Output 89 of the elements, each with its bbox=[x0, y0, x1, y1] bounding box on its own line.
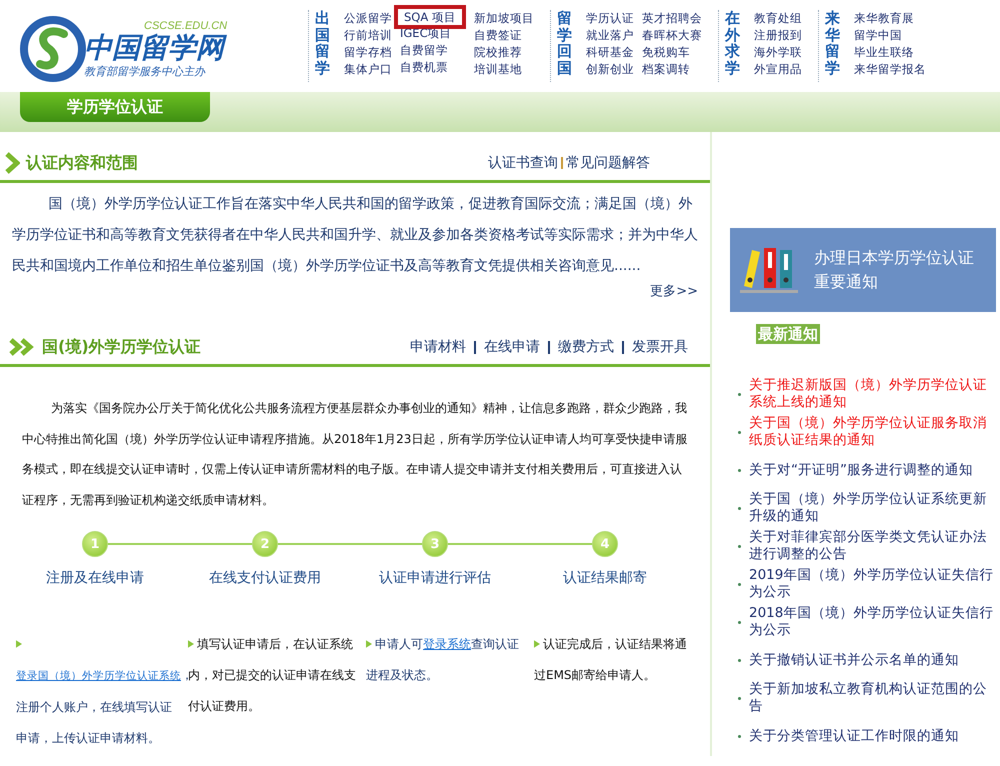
notice-link[interactable]: 关于对“开证明”服务进行调整的通知 bbox=[749, 462, 973, 478]
step-number: 2 bbox=[252, 531, 278, 557]
more-link[interactable]: 更多>> bbox=[650, 282, 698, 308]
notice-link[interactable]: 关于分类管理认证工作时限的通知 bbox=[749, 728, 959, 744]
section-link[interactable]: 认证书查询 bbox=[488, 154, 558, 172]
notice-link[interactable]: 2019年国（境）外学历学位认证失信行为公示 bbox=[749, 567, 996, 601]
step-label: 认证申请进行评估 bbox=[379, 569, 491, 587]
section-link[interactable]: 缴费方式 bbox=[558, 338, 614, 356]
bullet-dot-icon bbox=[738, 392, 741, 396]
triangle-bullet-icon bbox=[366, 640, 372, 648]
system-login-link[interactable]: 登录系统 bbox=[423, 637, 471, 651]
triangle-bullet-icon bbox=[534, 640, 540, 648]
binders-icon bbox=[740, 246, 800, 294]
system-login-link[interactable]: 登录国（境）外学历学位认证系统 bbox=[16, 670, 181, 682]
step-number: 1 bbox=[82, 531, 108, 557]
section-title: 国(境)外学历学位认证 bbox=[42, 336, 201, 358]
step-description: 申请人可登录系统查询认证进程及状态。 bbox=[366, 636, 520, 684]
intro-paragraph: 国（境）外学历学位认证工作旨在落实中华人民共和国的留学政策，促进教育国际交流；满足国（境）外学历学位证书和高等教育文凭获得者在中华人民共和国升学、就业及参加各类资格考试等实际需求；并为中华人民共和国境内工作单位和招生单位鉴别国（境）外学历学位证书及高等教育文凭提供相关咨询意见...... bbox=[12, 195, 699, 276]
notice-link[interactable]: 2018年国（境）外学历学位认证失信行为公示 bbox=[749, 605, 996, 639]
step-description: 认证完成后，认证结果将通过EMS邮寄给申请人。 bbox=[534, 636, 688, 684]
notice-link[interactable]: 关于对菲律宾部分医学类文凭认证办法进行调整的公告 bbox=[749, 529, 996, 563]
nav-link[interactable]: 学历认证 bbox=[586, 10, 634, 27]
step-description: 填写认证申请后，在认证系统内，对已提交的认证申请在线支付认证费用。 bbox=[188, 636, 357, 715]
section-link[interactable]: 发票开具 bbox=[632, 338, 688, 356]
promo-subtitle: 重要通知 bbox=[814, 271, 879, 293]
nav-link[interactable]: 自费留学 bbox=[400, 42, 466, 59]
section-link[interactable]: 申请材料 bbox=[410, 338, 466, 356]
section-link[interactable]: 在线申请 bbox=[484, 338, 540, 356]
nav-link[interactable]: 院校推荐 bbox=[474, 44, 534, 61]
bullet-dot-icon bbox=[738, 544, 741, 548]
nav-link[interactable]: 行前培训 bbox=[344, 27, 392, 44]
nav-link[interactable]: 海外学联 bbox=[754, 44, 802, 61]
bullet-dot-icon bbox=[738, 620, 741, 624]
nav-link[interactable]: 公派留学 bbox=[344, 10, 392, 27]
step-number: 4 bbox=[592, 531, 618, 557]
bullet-dot-icon bbox=[738, 658, 741, 662]
nav-link[interactable]: 科研基金 bbox=[586, 44, 634, 61]
nav-link[interactable]: 档案调转 bbox=[642, 61, 702, 78]
nav-link[interactable]: 就业落户 bbox=[586, 27, 634, 44]
news-heading: 最新通知 bbox=[756, 324, 820, 344]
logo-slogan: 教育部留学服务中心主办 bbox=[84, 64, 206, 78]
bullet-dot-icon bbox=[738, 468, 741, 472]
logo-domain: CSCSE.EDU.CN bbox=[144, 20, 228, 32]
step-label: 在线支付认证费用 bbox=[209, 569, 321, 587]
nav-group-title: 留学回国 bbox=[556, 10, 572, 78]
bullet-dot-icon bbox=[738, 506, 741, 510]
notice-link[interactable]: 关于撤销认证书并公示名单的通知 bbox=[749, 652, 959, 668]
nav-link[interactable]: 毕业生联络 bbox=[854, 44, 926, 61]
bullet-dot-icon bbox=[738, 696, 741, 700]
nav-link[interactable]: 来华留学报名 bbox=[854, 61, 926, 78]
nav-link[interactable]: 自费机票 bbox=[400, 59, 466, 76]
double-chevron-icon bbox=[8, 337, 36, 357]
notice-link[interactable]: 关于国（境）外学历学位认证服务取消纸质认证结果的通知 bbox=[749, 415, 996, 449]
step-label: 认证结果邮寄 bbox=[563, 569, 647, 587]
section-link[interactable]: 常见问题解答 bbox=[566, 154, 650, 172]
nav-link[interactable]: 留学存档 bbox=[344, 44, 392, 61]
notice-link[interactable]: 关于国（境）外学历学位认证系统更新升级的通知 bbox=[749, 491, 996, 525]
nav-link[interactable]: 注册报到 bbox=[754, 27, 802, 44]
nav-link[interactable]: 免税购车 bbox=[642, 44, 702, 61]
nav-link[interactable]: 留学中国 bbox=[854, 27, 926, 44]
nav-link[interactable]: 自费签证 bbox=[474, 27, 534, 44]
nav-link[interactable]: 来华教育展 bbox=[854, 10, 926, 27]
bullet-dot-icon bbox=[738, 430, 741, 434]
notice-paragraph: 为落实《国务院办公厅关于简化优化公共服务流程方便基层群众办事创业的通知》精神，让信息多跑路，群众少跑路，我中心特推出简化国（境）外学历学位认证申请程序措施。从2018年1月23日起，所有学历学位认证申请人均可享受快捷申请服务模式，即在线提交认证申请时，仅需上传认证申请所需材料的电子版。在申请人提交申请并支付相关费用后，可直接进入认证程序，无需再到验证机构递交纸质申请材料。 bbox=[22, 400, 688, 508]
step-label: 注册及在线申请 bbox=[46, 569, 144, 587]
section-title: 认证内容和范围 bbox=[26, 152, 138, 174]
triangle-bullet-icon bbox=[188, 640, 194, 648]
notice-link[interactable]: 关于推迟新版国（境）外学历学位认证系统上线的通知 bbox=[749, 377, 996, 411]
nav-group-title: 来华留学 bbox=[824, 10, 840, 78]
nav-link[interactable]: 春晖杯大赛 bbox=[642, 27, 702, 44]
nav-link[interactable]: 英才招聘会 bbox=[642, 10, 702, 27]
step-description: 登录国（境）外学历学位认证系统，注册个人账户，在线填写认证申请，上传认证申请材料。 bbox=[16, 629, 188, 754]
bullet-dot-icon bbox=[738, 734, 741, 738]
chevron-icon bbox=[4, 152, 20, 174]
nav-link[interactable]: 外宣用品 bbox=[754, 61, 802, 78]
nav-link[interactable]: 集体户口 bbox=[344, 61, 392, 78]
nav-group-title: 出国留学 bbox=[315, 10, 330, 78]
step-number: 3 bbox=[422, 531, 448, 557]
promo-title: 办理日本学历学位认证 bbox=[814, 247, 974, 269]
nav-group-title: 在外求学 bbox=[724, 10, 740, 78]
bullet-dot-icon bbox=[738, 582, 741, 586]
notice-link[interactable]: 关于新加坡私立教育机构认证范围的公告 bbox=[749, 681, 996, 715]
triangle-bullet-icon bbox=[16, 640, 22, 648]
nav-link[interactable]: SQA 项目 bbox=[394, 5, 466, 29]
nav-link[interactable]: 培训基地 bbox=[474, 61, 534, 78]
nav-link[interactable]: 新加坡项目 bbox=[474, 10, 534, 27]
logo-name: 中国留学网 bbox=[84, 32, 228, 64]
nav-link[interactable]: 创新创业 bbox=[586, 61, 634, 78]
nav-link[interactable]: 教育处组 bbox=[754, 10, 802, 27]
